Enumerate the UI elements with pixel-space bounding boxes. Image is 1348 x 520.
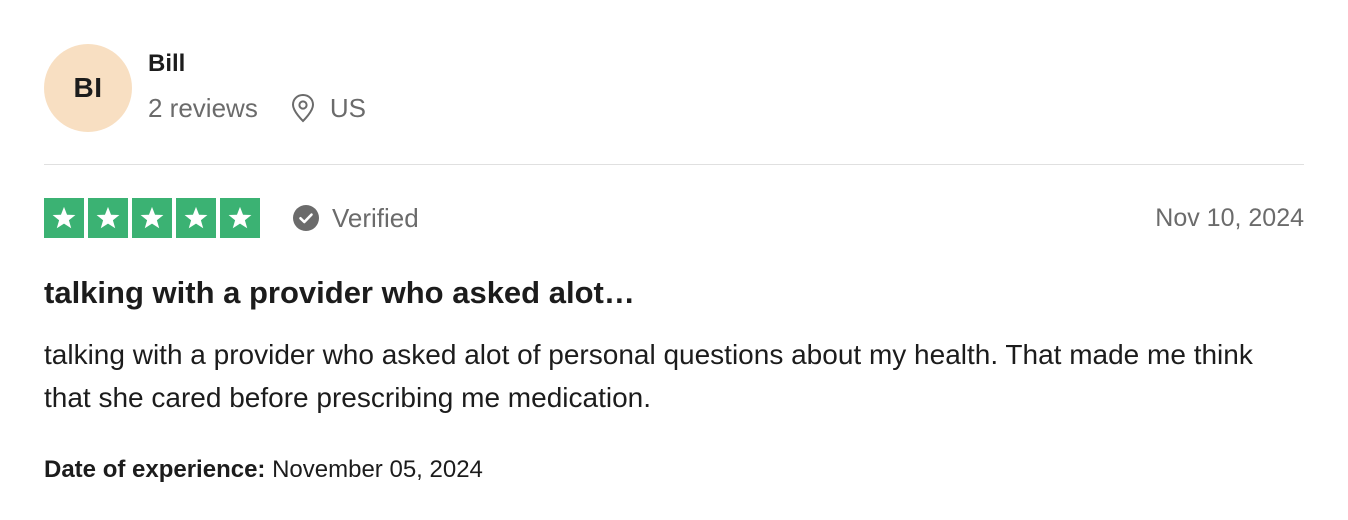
avatar[interactable]: BI (44, 44, 132, 132)
reviewer-header[interactable]: BI Bill 2 reviews US (44, 44, 366, 132)
star-icon (44, 198, 84, 238)
verified-badge[interactable]: Verified (292, 198, 419, 238)
rating-row: Verified Nov 10, 2024 (44, 198, 1304, 238)
check-circle-icon (293, 205, 319, 231)
star-icon (176, 198, 216, 238)
reviewer-name[interactable]: Bill (148, 48, 648, 80)
review-body: talking with a provider who asked alot o… (44, 339, 1253, 413)
review-date: Nov 10, 2024 (1155, 203, 1304, 232)
star-icon (132, 198, 172, 238)
divider (44, 164, 1304, 165)
avatar-initials: BI (73, 72, 103, 103)
review-card: BI Bill 2 reviews US Verified Nov 10, 20… (44, 0, 1304, 520)
star-rating (44, 198, 260, 238)
reviews-count: 2 reviews (148, 93, 258, 123)
date-of-experience: Date of experience: November 05, 2024 (44, 452, 483, 488)
verified-label: Verified (332, 202, 419, 233)
experience-date: November 05, 2024 (272, 456, 483, 483)
reviewer-info: Bill 2 reviews US (148, 48, 648, 124)
reviewer-country: US (329, 93, 366, 123)
reviewer-location: US (290, 92, 366, 124)
map-pin-icon (291, 93, 314, 123)
experience-label: Date of experience: (44, 456, 266, 483)
star-icon (88, 198, 128, 238)
reviewer-meta: 2 reviews US (148, 92, 648, 124)
star-icon (220, 198, 260, 238)
review-title[interactable]: talking with a provider who asked alot… (44, 272, 1304, 314)
